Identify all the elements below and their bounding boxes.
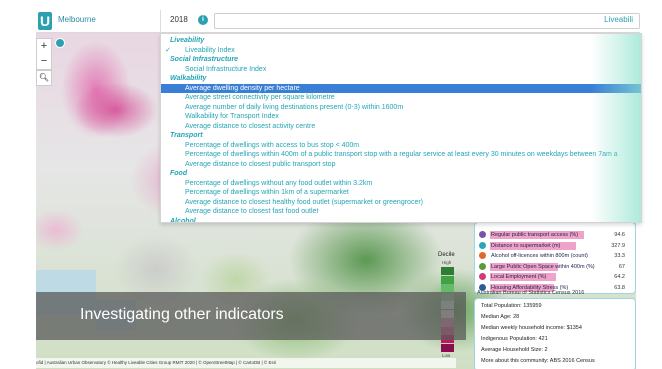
indicator-label: Distance to supermarket (m)	[491, 242, 561, 249]
zoom-in-button[interactable]: +	[37, 39, 51, 54]
indicator-option-label: Walkability for Transport Index	[185, 113, 279, 120]
indicator-option-label: Liveability Index	[185, 46, 235, 54]
indicator-option[interactable]: Walkability for Transport Index	[161, 112, 641, 122]
indicator-option-label: Average street connectivity per square k…	[185, 94, 335, 101]
indicator-category-icon	[479, 231, 486, 238]
indicator-option-label: Average dwelling density per hectare	[185, 84, 300, 92]
indicator-row[interactable]: Local Employment (%) 64.2	[479, 272, 633, 282]
search-icon[interactable]: 🔍︎	[36, 70, 52, 86]
indicator-option-label: Average distance to closest activity cen…	[185, 122, 316, 130]
indicator-label: Alcohol off-licences within 800m (count)	[491, 253, 588, 259]
indicator-option-label: Average distance to closest fast food ou…	[185, 208, 319, 215]
video-caption: Investigating other indicators	[36, 292, 466, 340]
indicator-option-label: Percentage of dwellings without any food…	[185, 179, 373, 187]
dropdown-fade	[591, 34, 641, 222]
indicator-value: 63.8	[614, 284, 625, 291]
indicator-value: 94.6	[614, 232, 625, 238]
indicator-value: 33.3	[614, 253, 625, 259]
app-window: U Melbourne 2018 i Liveabili + − 🔍︎ Deci…	[0, 0, 662, 369]
indicator-option-list: Liveability ✓ Liveability Index Social Infr…	[161, 34, 641, 223]
indicator-category-icon	[479, 252, 486, 259]
indicator-selected-value: Liveabili	[604, 15, 633, 24]
indicator-option-label: Average distance to closest healthy food…	[185, 198, 423, 206]
indicator-option-label: Social Infrastructure Index	[185, 65, 267, 73]
indicator-value: 327.9	[611, 242, 625, 249]
indicator-option-label: Average distance to closest public trans…	[185, 160, 336, 168]
option-group-header: Transport	[170, 132, 203, 139]
indicator-option[interactable]: ✓ Liveability Index	[161, 46, 641, 56]
zoom-control: + −	[36, 38, 52, 70]
indicator-category-icon	[479, 273, 486, 280]
census-row: Average Household Size: 2	[481, 347, 548, 353]
census-row[interactable]: More about this community: ABS 2016 Cens…	[481, 358, 595, 364]
indicator-option[interactable]: Social Infrastructure Index	[161, 65, 641, 75]
census-row: Median weekly household income: $1354	[481, 325, 582, 331]
top-bar: U Melbourne 2018 i Liveabili	[36, 10, 640, 33]
indicator-option[interactable]: Percentage of dwellings with access to b…	[161, 141, 641, 151]
census-row: Total Population: 135959	[481, 303, 542, 309]
city-select[interactable]: Melbourne	[58, 15, 96, 24]
indicator-value: 64.2	[614, 274, 625, 280]
option-group-header: Social Infrastructure	[170, 56, 239, 63]
indicator-option[interactable]: Average dwelling density per hectare	[161, 83, 641, 93]
indicator-summary-panel: Regular public transport access (%) 94.6 D…	[474, 222, 636, 294]
indicator-dropdown[interactable]: Liveability ✓ Liveability Index Social Infr…	[160, 33, 642, 223]
indicator-option[interactable]: Average distance to closest public trans…	[161, 160, 641, 170]
map-attribution: ofid | Australian Urban Observatory © He…	[36, 358, 456, 368]
indicator-option[interactable]: Percentage of dwellings within 1km of a …	[161, 188, 641, 198]
legend-high-label: High	[442, 260, 452, 265]
indicator-option-label: Percentage of dwellings within 400m of a…	[185, 151, 618, 158]
logo-icon: U	[38, 12, 52, 30]
indicator-option[interactable]: Percentage of dwellings within 400m of a…	[161, 150, 641, 160]
indicator-select[interactable]: Liveabili	[214, 13, 640, 29]
indicator-row[interactable]: Regular public transport access (%) 94.6	[479, 230, 633, 240]
checkmark-icon: ✓	[165, 46, 171, 54]
indicator-category-icon	[479, 262, 486, 270]
census-panel: Australian Bureau of Statistics Census 2…	[474, 290, 636, 369]
legend-swatch	[441, 284, 454, 292]
indicator-category-icon	[479, 241, 486, 249]
indicator-option-label: Average number of daily living destinati…	[185, 103, 404, 111]
legend-swatch	[441, 343, 454, 352]
indicator-label: Large Public Open Space within 400m (%)	[491, 263, 595, 270]
indicator-row[interactable]: Large Public Open Space within 400m (%) 6…	[479, 262, 633, 272]
indicator-option[interactable]: Average distance to closest fast food ou…	[161, 207, 641, 217]
indicator-option-label: Percentage of dwellings with access to b…	[185, 141, 360, 149]
census-row: Indigenous Population: 421	[481, 336, 548, 342]
caption-text: Investigating other indicators	[80, 306, 284, 323]
census-title: Australian Bureau of Statistics Census 2…	[477, 290, 585, 296]
indicator-label: Regular public transport access (%)	[491, 232, 579, 238]
location-marker-icon[interactable]	[55, 38, 65, 48]
indicator-option-label: Percentage of dwellings within 1km of a …	[185, 189, 349, 196]
option-group-header: Food	[170, 170, 188, 177]
indicator-label: Local Employment (%)	[491, 274, 547, 280]
legend-title: Decile	[438, 252, 455, 258]
option-group-header: Alcohol	[170, 217, 196, 223]
indicator-value: 67	[618, 263, 625, 270]
indicator-option[interactable]: Percentage of dwellings without any food…	[161, 179, 641, 189]
indicator-row[interactable]: Alcohol off-licences within 800m (count)…	[479, 251, 633, 261]
indicator-option[interactable]: Average number of daily living destinati…	[161, 103, 641, 113]
indicator-option[interactable]: Average distance to closest healthy food…	[161, 198, 641, 208]
legend-swatch	[441, 275, 454, 284]
option-group-header: Walkability	[170, 75, 207, 82]
option-group-header: Liveability	[170, 37, 205, 44]
legend-swatch	[441, 267, 454, 275]
indicator-option[interactable]: Average distance to closest activity cen…	[161, 122, 641, 132]
census-row: Median Age: 28	[481, 314, 520, 320]
indicator-option[interactable]: Average street connectivity per square k…	[161, 93, 641, 103]
divider	[160, 10, 161, 32]
zoom-out-button[interactable]: −	[37, 54, 51, 69]
info-icon[interactable]: i	[198, 15, 208, 25]
year-select[interactable]: 2018	[170, 15, 188, 24]
indicator-row[interactable]: Distance to supermarket (m) 327.9	[479, 241, 633, 251]
